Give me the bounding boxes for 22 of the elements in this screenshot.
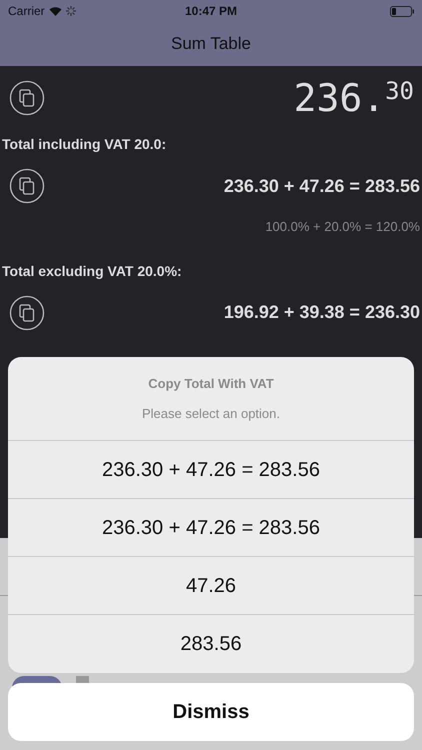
section-label: Total excluding VAT 20.0%:: [1, 262, 183, 281]
section-label: Total including VAT 20.0:: [1, 135, 168, 154]
sheet-option[interactable]: 47.26: [8, 557, 414, 615]
nav-title: Sum Table: [170, 33, 251, 56]
equation: 196.92 + 39.38 = 236.30: [224, 301, 420, 324]
copy-icon[interactable]: [9, 294, 45, 330]
carrier-label: Carrier: [8, 3, 45, 20]
copy-icon[interactable]: [9, 80, 45, 116]
spinner-icon: [66, 6, 76, 16]
total-amount: 236.$^{30}$: [294, 74, 414, 122]
percent-equation: 100.0% + 20.0% = 120.0%: [265, 218, 421, 236]
dismiss-button[interactable]: Dismiss: [8, 683, 414, 741]
sheet-title: Copy Total With VAT: [148, 375, 274, 393]
sheet-option[interactable]: 236.30 + 47.26 = 283.56: [8, 441, 414, 499]
battery-icon: [390, 6, 414, 16]
equation: 236.30 + 47.26 = 283.56: [224, 174, 420, 198]
wifi-icon: [48, 6, 62, 16]
copy-icon[interactable]: [9, 168, 45, 204]
sheet-option[interactable]: 236.30 + 47.26 = 283.56: [8, 499, 414, 557]
sheet-option[interactable]: 283.56: [8, 615, 414, 673]
clock: 10:47 PM: [184, 3, 238, 20]
sheet-message: Please select an option.: [142, 404, 280, 423]
